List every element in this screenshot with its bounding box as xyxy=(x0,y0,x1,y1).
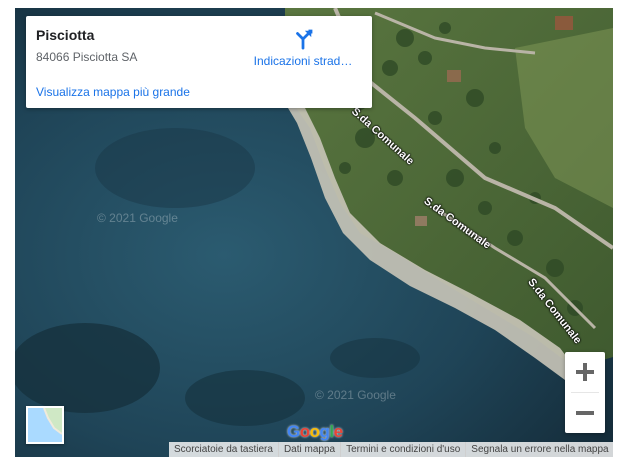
google-logo-letter: o xyxy=(309,422,320,441)
reef-patch xyxy=(95,128,255,208)
reef-patch xyxy=(330,338,420,378)
plus-icon xyxy=(576,363,594,381)
google-logo-letter: G xyxy=(287,422,300,441)
building xyxy=(555,16,573,30)
google-logo-letter: g xyxy=(319,422,330,441)
google-logo-letter: o xyxy=(299,422,310,441)
map-viewport[interactable]: © 2021 Google © 2021 Google S.da Comunal… xyxy=(15,8,613,457)
copyright-watermark-top: © 2021 Google xyxy=(97,211,178,225)
report-error-link[interactable]: Segnala un errore nella mappa xyxy=(465,442,613,457)
map-thumbnail-icon xyxy=(28,408,62,442)
building xyxy=(415,216,427,226)
reef-patch xyxy=(185,370,305,426)
minus-icon xyxy=(576,411,594,415)
zoom-in-button[interactable] xyxy=(565,352,605,392)
keyboard-shortcuts-link[interactable]: Scorciatoie da tastiera xyxy=(169,442,278,457)
directions-label: Indicazioni strad… xyxy=(253,54,353,68)
zoom-control xyxy=(565,352,605,433)
place-info-card: Pisciotta 84066 Pisciotta SA Visualizza … xyxy=(26,16,372,108)
google-logo-letter: e xyxy=(333,422,343,441)
place-title: Pisciotta xyxy=(36,27,95,43)
reef-patch xyxy=(15,323,160,413)
terms-link[interactable]: Termini e condizioni d'uso xyxy=(340,442,465,457)
map-data-link[interactable]: Dati mappa xyxy=(277,442,340,457)
zoom-out-button[interactable] xyxy=(565,393,605,433)
directions-icon xyxy=(296,29,313,50)
copyright-watermark-bottom: © 2021 Google xyxy=(315,388,396,402)
map-type-toggle[interactable] xyxy=(26,406,64,444)
building xyxy=(447,70,461,82)
map-footer: Scorciatoie da tastiera Dati mappa Termi… xyxy=(169,442,613,457)
place-address: 84066 Pisciotta SA xyxy=(36,50,138,64)
google-logo: Google xyxy=(287,422,343,442)
view-larger-map-link[interactable]: Visualizza mappa più grande xyxy=(36,85,190,99)
directions-button[interactable]: Indicazioni strad… xyxy=(248,28,358,68)
